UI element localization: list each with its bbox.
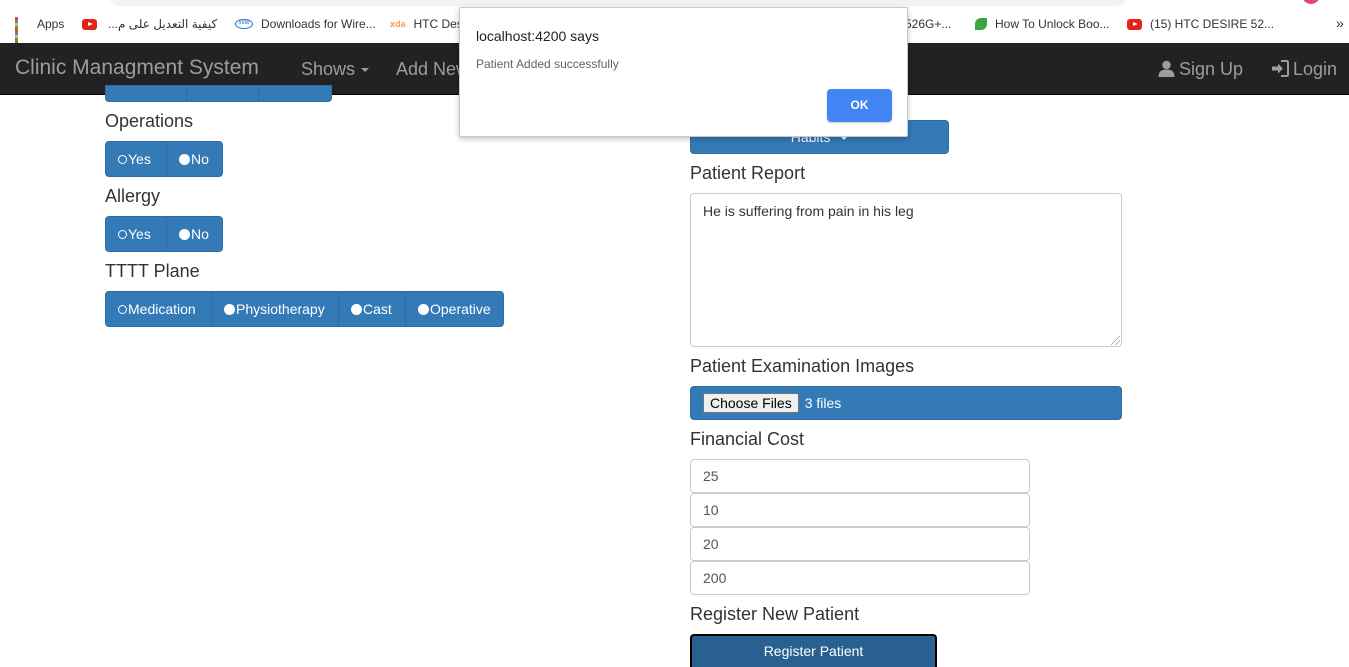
address-bar[interactable] — [108, 0, 1128, 6]
user-icon — [1158, 60, 1175, 77]
allergy-yes-option[interactable]: Yes — [106, 217, 167, 251]
youtube-icon — [82, 18, 97, 30]
radio-icon — [351, 303, 362, 315]
bookmark-apps[interactable]: Apps — [15, 16, 64, 44]
radio-icon — [224, 303, 235, 315]
bookmark-526g[interactable]: 526G+... — [905, 16, 951, 32]
plan-medication-option[interactable]: Medication — [106, 292, 212, 326]
radio-icon — [179, 228, 190, 240]
examination-images-file-input: Choose Files 3 files — [690, 386, 1122, 420]
nav-login[interactable]: Login — [1271, 59, 1337, 80]
choose-files-button[interactable]: Choose Files — [703, 393, 799, 413]
plan-cast-option[interactable]: Cast — [339, 292, 406, 326]
nav-shows-dropdown[interactable]: Shows — [301, 59, 370, 80]
plan-operative-option[interactable]: Operative — [406, 292, 503, 326]
treatment-plan-radio-group[interactable]: Medication Physiotherapy Cast Operative — [105, 291, 504, 327]
financial-cost-input[interactable]: 20 — [690, 527, 1030, 561]
radio-icon — [179, 153, 190, 165]
register-patient-button[interactable]: Register Patient — [690, 634, 937, 667]
apps-grid-icon — [15, 17, 29, 44]
caret-down-icon — [361, 68, 370, 73]
alert-dialog: localhost:4200 says Patient Added succes… — [459, 7, 908, 137]
youtube-icon — [1127, 18, 1142, 30]
previous-button-group[interactable] — [105, 85, 332, 102]
operations-no-option[interactable]: No — [167, 142, 222, 176]
patient-report-textarea[interactable]: He is suffering from pain in his leg — [690, 193, 1122, 347]
bookmark-unlock[interactable]: How To Unlock Boo... — [975, 16, 1110, 32]
bookmark-xda[interactable]: xda HTC Des — [390, 16, 463, 32]
leaf-icon — [975, 18, 987, 30]
intel-icon: intel — [235, 19, 253, 29]
operations-yes-option[interactable]: Yes — [106, 142, 167, 176]
login-icon — [1272, 60, 1289, 77]
profile-avatar[interactable] — [1302, 0, 1320, 4]
operations-label: Operations — [105, 111, 194, 131]
dialog-message: Patient Added successfully — [476, 57, 619, 71]
treatment-plan-label: TTTT Plane — [105, 261, 200, 281]
radio-unchecked-icon — [118, 229, 127, 239]
bookmarks-more-icon[interactable]: » — [1336, 15, 1344, 31]
radio-unchecked-icon — [118, 154, 127, 164]
financial-cost-input[interactable]: 200 — [690, 561, 1030, 595]
plan-physiotherapy-option[interactable]: Physiotherapy — [212, 292, 339, 326]
dialog-title: localhost:4200 says — [476, 28, 599, 44]
allergy-label: Allergy — [105, 186, 161, 206]
register-section-label: Register New Patient — [690, 604, 860, 624]
bookmark-youtube[interactable] — [82, 16, 105, 32]
radio-unchecked-icon — [118, 304, 127, 314]
xda-icon: xda — [390, 19, 406, 29]
operations-radio-group[interactable]: Yes No — [105, 141, 223, 177]
bookmark-arabic[interactable]: كيفية التعديل على م... — [108, 16, 217, 32]
bookmark-htc-desire[interactable]: (15) HTC DESIRE 52... — [1127, 16, 1274, 32]
allergy-no-option[interactable]: No — [167, 217, 222, 251]
financial-cost-input[interactable]: 10 — [690, 493, 1030, 527]
examination-images-label: Patient Examination Images — [690, 356, 915, 376]
bookmark-intel[interactable]: intel Downloads for Wire... — [235, 16, 376, 32]
resize-grip-icon[interactable] — [1111, 336, 1120, 345]
file-count-text: 3 files — [804, 395, 842, 411]
financial-cost-label: Financial Cost — [690, 429, 805, 449]
nav-sign-up[interactable]: Sign Up — [1158, 59, 1243, 80]
financial-cost-input[interactable]: 25 — [690, 459, 1030, 493]
radio-icon — [418, 303, 429, 315]
brand-title[interactable]: Clinic Managment System — [15, 56, 259, 80]
dialog-ok-button[interactable]: OK — [827, 89, 892, 122]
patient-report-label: Patient Report — [690, 163, 806, 183]
allergy-radio-group[interactable]: Yes No — [105, 216, 223, 252]
